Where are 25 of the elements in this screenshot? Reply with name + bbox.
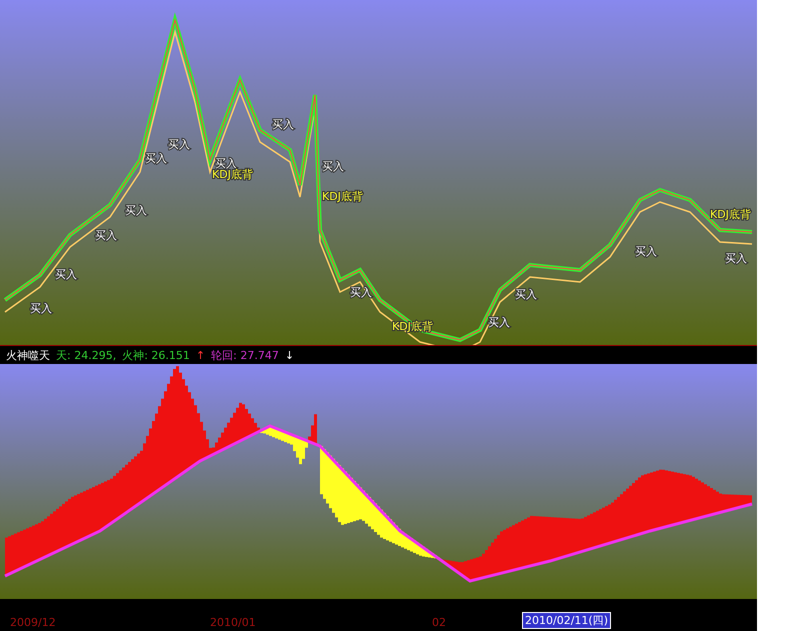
divergence-signal-label: KDJ底背 [212,168,253,181]
buy-signal-label: 买入 [322,160,344,173]
buy-signal-label: 买入 [145,152,167,165]
divergence-signal-label: KDJ底背 [710,208,751,221]
buy-signal-label: 买入 [168,138,190,151]
indicator-value: 火神: 26.151 [122,348,190,362]
axis-date-label: 2010/02/11(四) [522,612,611,629]
buy-signal-label: 买入 [725,252,747,265]
indicator-value: 天: 24.295, [56,348,116,362]
indicator-value: ↓ [284,348,294,362]
buy-signal-label: 买入 [125,204,147,217]
axis-date-label: 02 [431,616,447,629]
indicator-value: ↑ [196,348,206,362]
divergence-signal-label: KDJ底背 [322,190,363,203]
buy-signal-label: 买入 [55,268,77,281]
buy-signal-label: 买入 [635,245,657,258]
buy-signal-label: 买入 [515,288,537,301]
axis-date-label: 2009/12 [9,616,57,629]
indicator-value: 轮回: 27.747 [211,348,279,362]
buy-signal-label: 买入 [95,229,117,242]
buy-signal-label: 买入 [30,302,52,315]
buy-signal-label: 买入 [215,157,237,170]
buy-signal-label: 买入 [272,118,294,131]
axis-date-label: 2010/01 [209,616,257,629]
indicator-name: 火神噬天 [6,348,50,362]
